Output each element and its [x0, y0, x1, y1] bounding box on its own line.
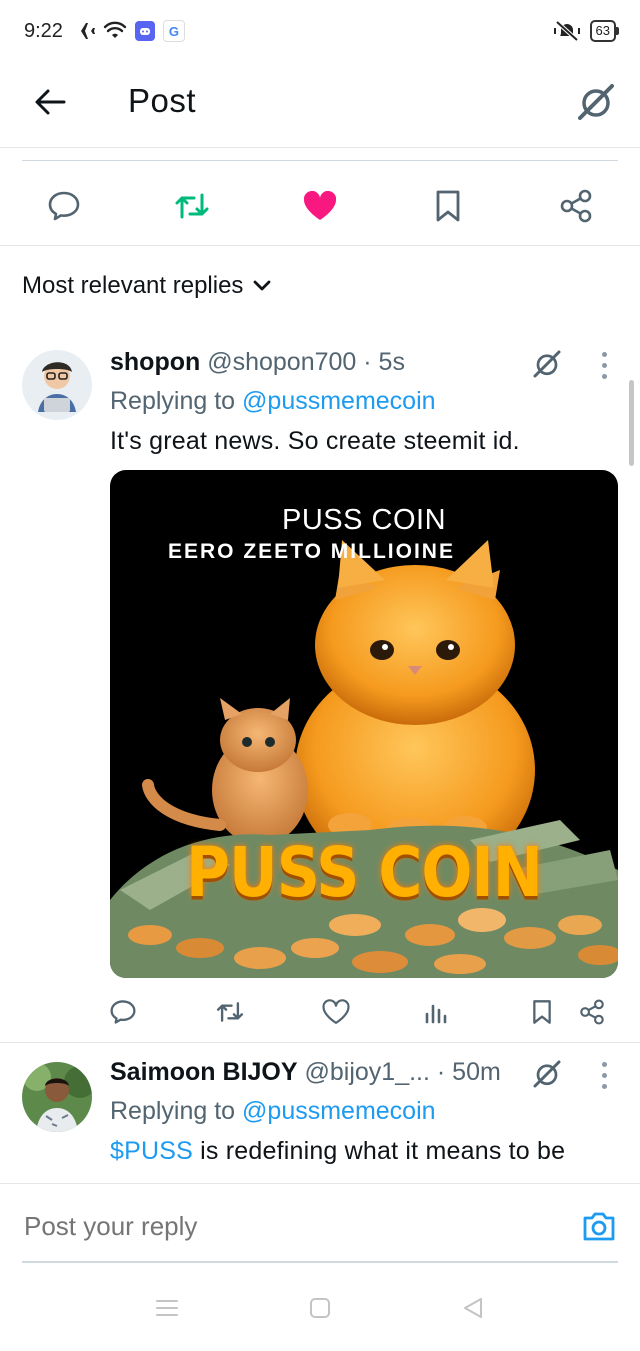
like-button[interactable]	[320, 996, 352, 1028]
like-icon	[303, 190, 337, 220]
wifi-icon	[103, 21, 127, 41]
reply-icon	[110, 1000, 136, 1024]
like-icon	[322, 999, 350, 1024]
mention-link[interactable]: @pussmemecoin	[242, 1097, 436, 1125]
divider	[0, 1042, 640, 1043]
bookmark-button[interactable]	[428, 186, 468, 226]
bookmark-icon	[436, 190, 460, 222]
back-button[interactable]	[30, 82, 70, 122]
mute-vibrate-icon	[553, 20, 580, 42]
triangle-back-icon	[464, 1298, 482, 1318]
status-bar: 9:22 G 63	[0, 0, 640, 62]
repost-icon	[216, 1002, 244, 1022]
menu-icon	[156, 1300, 178, 1316]
views-button[interactable]	[420, 996, 452, 1028]
post-action-bar	[0, 170, 640, 246]
repost-button[interactable]	[172, 186, 212, 226]
system-back-button[interactable]	[458, 1293, 488, 1323]
author-name[interactable]: Saimoon BIJOY	[110, 1058, 298, 1086]
replying-prefix: Replying to	[110, 1097, 236, 1125]
grok-button[interactable]	[574, 80, 618, 124]
reply-author: Saimoon BIJOY @bijoy1_... · 50m	[110, 1058, 501, 1087]
share-icon	[580, 999, 604, 1025]
reply-sort-dropdown[interactable]: Most relevant replies	[22, 272, 271, 300]
reply-text-body: is redefining what it means to be	[192, 1137, 566, 1165]
image-brand-text: PUSS COIN	[186, 832, 543, 914]
home-icon	[310, 1298, 330, 1318]
reply-input[interactable]	[22, 1210, 546, 1243]
replying-to: Replying to @pussmemecoin	[110, 1097, 436, 1126]
share-button[interactable]	[556, 186, 596, 226]
avatar[interactable]	[22, 1062, 92, 1132]
divider	[22, 160, 618, 161]
grok-icon	[578, 84, 614, 120]
reply-button[interactable]	[44, 186, 84, 226]
replying-to: Replying to @pussmemecoin	[110, 387, 436, 416]
reply-composer	[0, 1183, 640, 1263]
grok-button[interactable]	[530, 1057, 564, 1091]
camera-icon	[583, 1212, 615, 1241]
page-title: Post	[128, 82, 197, 119]
reply-button[interactable]	[107, 996, 139, 1028]
reply-time: · 5s	[363, 348, 405, 376]
back-arrow-icon	[35, 89, 66, 115]
share-icon	[560, 189, 592, 223]
status-time: 9:22	[24, 19, 63, 42]
repost-icon	[175, 193, 209, 219]
top-bar: Post	[0, 62, 640, 148]
cashtag-link[interactable]: $PUSS	[110, 1137, 193, 1165]
grok-icon	[533, 1060, 561, 1088]
replying-prefix: Replying to	[110, 387, 236, 415]
reply-icon	[48, 191, 80, 221]
author-name[interactable]: shopon	[110, 348, 200, 376]
image-title: PUSS COIN	[281, 504, 447, 536]
more-options-button[interactable]	[592, 348, 616, 382]
author-handle[interactable]: @shopon700	[207, 348, 356, 376]
bookmark-button[interactable]	[526, 996, 558, 1028]
reply-author: shopon @shopon700 · 5s	[110, 348, 405, 377]
reply-time: · 50m	[436, 1058, 501, 1086]
mention-link[interactable]: @pussmemecoin	[242, 387, 436, 415]
recents-button[interactable]	[152, 1293, 182, 1323]
avatar[interactable]	[22, 350, 92, 420]
airplane-icon	[71, 21, 95, 41]
chevron-down-icon	[254, 280, 271, 291]
google-icon: G	[162, 20, 185, 42]
discord-icon	[134, 21, 155, 41]
reply-text: It's great news. So create steemit id.	[110, 427, 520, 455]
like-button[interactable]	[300, 186, 340, 226]
reply-image[interactable]: PUSS COIN EERO ZEETO MILLIOINE PUSS COIN	[110, 470, 618, 978]
reply-action-bar	[0, 992, 640, 1032]
grok-button[interactable]	[530, 347, 564, 381]
author-handle[interactable]: @bijoy1_...	[305, 1058, 430, 1086]
scrollbar[interactable]	[629, 380, 634, 466]
reply-text: $PUSS is redefining what it means to be	[110, 1137, 565, 1166]
more-icon	[601, 1061, 607, 1067]
grok-icon	[533, 350, 561, 378]
more-icon	[601, 351, 607, 357]
views-icon	[425, 1004, 447, 1024]
camera-button[interactable]	[582, 1210, 616, 1244]
repost-button[interactable]	[214, 996, 246, 1028]
system-nav-bar	[0, 1263, 640, 1351]
share-button[interactable]	[576, 996, 608, 1028]
image-subtitle: EERO ZEETO MILLIOINE	[168, 540, 455, 563]
sort-label: Most relevant replies	[22, 272, 244, 299]
bookmark-icon	[533, 1000, 551, 1024]
more-options-button[interactable]	[592, 1058, 616, 1092]
home-button[interactable]	[305, 1293, 335, 1323]
battery-indicator: 63	[589, 20, 620, 42]
